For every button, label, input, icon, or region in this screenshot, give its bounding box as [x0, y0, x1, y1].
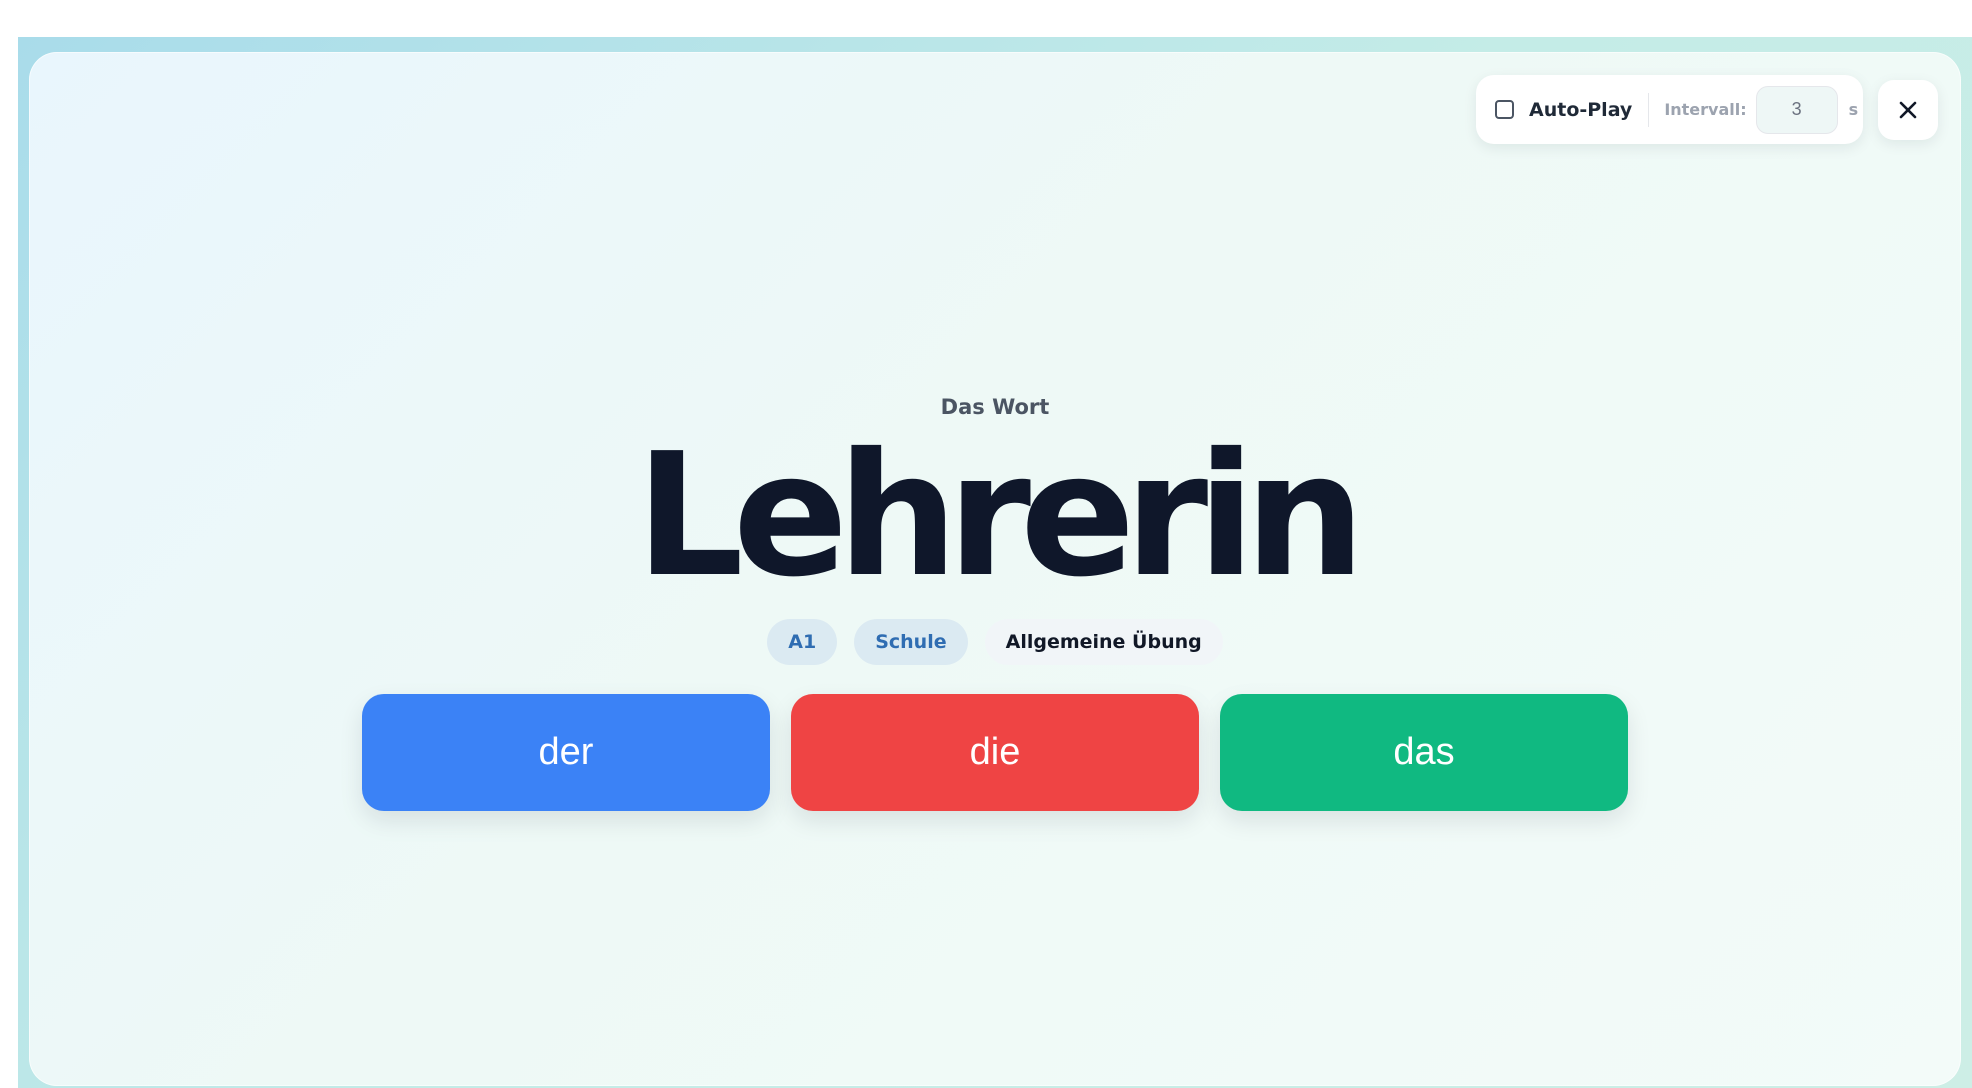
vocabulary-word: Lehrerin: [635, 417, 1366, 615]
die-button[interactable]: die: [791, 694, 1199, 811]
level-badge: A1: [767, 619, 838, 665]
close-button[interactable]: [1878, 80, 1938, 140]
interval-input[interactable]: [1755, 85, 1838, 134]
interval-label: Intervall:: [1664, 100, 1747, 119]
autoplay-checkbox[interactable]: [1495, 100, 1514, 119]
article-choices: der die das: [362, 694, 1628, 811]
mode-badge: Allgemeine Übung: [984, 619, 1223, 665]
der-button[interactable]: der: [362, 694, 770, 811]
das-button[interactable]: das: [1220, 694, 1628, 811]
autoplay-panel: Auto-Play Intervall: s: [1476, 75, 1863, 144]
autoplay-label[interactable]: Auto-Play: [1529, 99, 1632, 121]
divider: [1648, 92, 1650, 127]
interval-unit: s: [1848, 100, 1859, 119]
tag-list: A1 Schule Allgemeine Übung: [0, 619, 1972, 665]
close-icon: [1899, 101, 1917, 119]
topic-badge: Schule: [854, 619, 968, 665]
